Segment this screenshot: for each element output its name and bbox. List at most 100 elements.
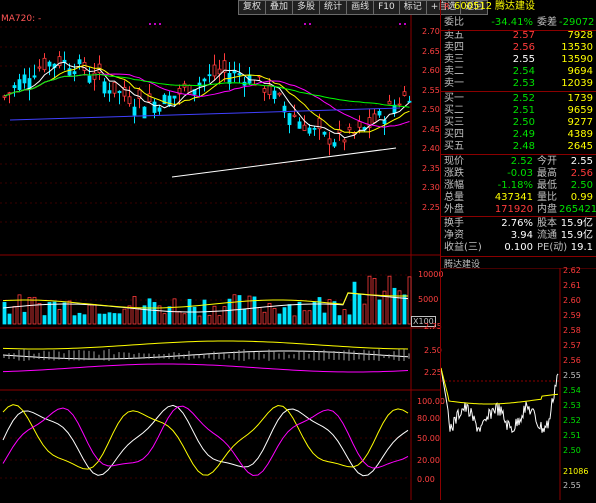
intraday-price-line	[441, 367, 559, 434]
candle-body	[327, 138, 332, 145]
signal-marker	[304, 23, 306, 25]
intraday-axis-label: 2.54	[563, 386, 581, 395]
quote-row: 总量 437341 量比 0.99	[441, 192, 596, 204]
candle-body	[12, 85, 17, 89]
volume-bar	[2, 301, 7, 325]
volume-bar	[287, 304, 292, 325]
candle-body	[377, 110, 382, 116]
candle-body	[322, 131, 327, 135]
toolbar-button-1[interactable]: 叠加	[265, 0, 294, 15]
candle-body	[287, 113, 292, 125]
toolbar-button-2[interactable]: 多股	[292, 0, 321, 15]
toolbar-button-3[interactable]: 统计	[319, 0, 348, 15]
bid-price: 2.51	[512, 105, 535, 116]
bid-row[interactable]: 买五 2.48 2645	[441, 141, 596, 153]
signal-marker	[149, 23, 151, 25]
ask-volume: 9694	[567, 66, 593, 77]
volume-bar	[87, 304, 92, 325]
bid-row[interactable]: 买四 2.49 4389	[441, 129, 596, 141]
candle-body	[207, 74, 212, 77]
candle-body	[172, 95, 177, 99]
quote-label: 内盘	[537, 204, 557, 215]
price-axis-label: 2.30	[422, 183, 440, 192]
toolbar-button-0[interactable]: 复权	[238, 0, 267, 15]
volume-bar	[72, 315, 77, 325]
fundamental-label: 净资	[444, 230, 464, 241]
volume-bar	[387, 275, 392, 325]
bid-label: 买三	[444, 117, 464, 128]
ask-price: 2.54	[512, 66, 535, 77]
volume-bar	[402, 294, 407, 325]
candle-body	[277, 92, 282, 96]
bid-row[interactable]: 买一 2.52 1739	[441, 93, 596, 105]
intraday-axis-label: 2.52	[563, 416, 581, 425]
ask-row[interactable]: 卖一 2.53 12039	[441, 78, 596, 90]
candle-body	[407, 100, 412, 103]
volume-bar	[247, 295, 252, 325]
candle-body	[107, 90, 112, 94]
volume-bar	[242, 308, 247, 325]
quote-value: 2.52	[510, 156, 533, 167]
bid-row[interactable]: 买三 2.50 9277	[441, 117, 596, 129]
bid-volume: 2645	[567, 141, 593, 152]
fundamental-value: 15.9亿	[560, 230, 593, 241]
candle-body	[72, 71, 77, 75]
volume-bar	[157, 305, 162, 325]
volume-bar	[37, 303, 42, 325]
volume-bar	[282, 307, 287, 325]
candle-body	[117, 90, 122, 94]
volume-bar	[132, 296, 137, 325]
toolbar-button-6[interactable]: 标记	[398, 0, 427, 15]
intraday-axis-label: 2.62	[563, 266, 581, 275]
quote-label: 最高	[537, 168, 557, 179]
kline-chart-area[interactable]	[0, 0, 440, 500]
ask-price: 2.57	[512, 30, 535, 41]
volume-bar	[342, 309, 347, 325]
quote-row: 涨跌 -0.03 最高 2.56	[441, 168, 596, 180]
ask-row[interactable]: 卖三 2.55 13590	[441, 54, 596, 66]
price-axis-label: 2.35	[422, 163, 440, 173]
ask-row[interactable]: 卖五 2.57 7928	[441, 30, 596, 42]
fundamental-row: 净资 3.94 流通 15.9亿	[441, 230, 596, 242]
kline-chart-svg[interactable]	[0, 0, 440, 500]
volume-bar	[117, 313, 122, 325]
candle-body	[302, 124, 307, 131]
volume-bar	[112, 313, 117, 325]
ask-row[interactable]: 卖四 2.56 13530	[441, 42, 596, 54]
fundamental-value: 15.9亿	[560, 218, 593, 229]
indicator-line	[2, 340, 409, 350]
volume-bar	[222, 306, 227, 325]
toolbar-button-5[interactable]: F10	[373, 0, 400, 15]
quote-value: -0.03	[507, 168, 533, 179]
volume-bar	[107, 312, 112, 325]
bid-price: 2.49	[512, 129, 535, 140]
intraday-avg-line	[441, 367, 559, 405]
indicator-line	[2, 363, 409, 373]
volume-bar	[92, 303, 97, 325]
ask-price: 2.56	[512, 42, 535, 53]
volume-bar	[217, 315, 222, 325]
quote-row: 现价 2.52 今开 2.55	[441, 156, 596, 168]
kdj-line	[2, 404, 409, 476]
fundamental-label: 换手	[444, 218, 464, 229]
stock-header[interactable]: R 600512 腾达建设	[441, 1, 596, 13]
candle-body	[357, 121, 362, 128]
fundamental-value: 3.94	[510, 230, 533, 241]
signal-marker	[154, 23, 156, 25]
candle-body	[262, 88, 267, 93]
ask-price: 2.55	[512, 54, 535, 65]
bid-row[interactable]: 买二 2.51 9659	[441, 105, 596, 117]
ask-label: 卖三	[444, 54, 464, 65]
divider-2	[441, 91, 596, 92]
kdj-axis-label: 50.00	[417, 434, 440, 443]
intraday-axis-label: 2.53	[563, 401, 581, 410]
volume-bar	[137, 307, 142, 325]
volume-bar	[167, 306, 172, 325]
volume-bar	[392, 287, 397, 325]
candle-body	[397, 103, 402, 106]
volume-bar	[97, 313, 102, 325]
toolbar-button-4[interactable]: 画线	[346, 0, 375, 15]
volume-bar	[272, 308, 277, 325]
ask-row[interactable]: 卖二 2.54 9694	[441, 66, 596, 78]
price-axis-label: 2.25	[422, 202, 440, 212]
